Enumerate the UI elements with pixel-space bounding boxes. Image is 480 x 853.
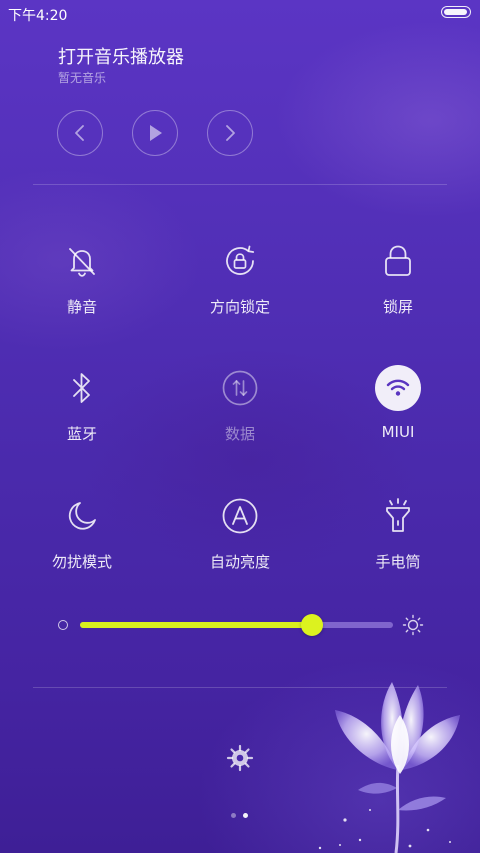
- toggle-flashlight-icon-wrap: [375, 493, 421, 539]
- toggle-lock-screen-icon-wrap: [375, 238, 421, 284]
- toggle-auto-brightness-icon-wrap: [217, 493, 263, 539]
- music-player-title[interactable]: 打开音乐播放器: [58, 43, 184, 69]
- toggle-do-not-disturb[interactable]: 勿扰模式: [22, 493, 142, 573]
- toggle-dnd-label: 勿扰模式: [51, 553, 112, 571]
- chevron-right-icon: [226, 125, 235, 141]
- toggle-mobile-data-icon-wrap: [217, 365, 263, 411]
- gear-icon[interactable]: [226, 744, 254, 772]
- brightness-slider-fill: [80, 622, 312, 628]
- toggle-lock-screen-label: 锁屏: [382, 298, 413, 316]
- flower-decoration: [318, 682, 460, 853]
- toggle-auto-brightness-label: 自动亮度: [209, 553, 270, 571]
- auto-brightness-icon: [222, 498, 258, 534]
- divider: [33, 184, 447, 185]
- brightness-high-icon: [402, 614, 424, 636]
- toggle-bluetooth-label: 蓝牙: [66, 425, 97, 443]
- previous-button[interactable]: [57, 110, 103, 156]
- toggle-flashlight-label: 手电筒: [375, 553, 421, 571]
- wifi-icon: [386, 379, 410, 396]
- toggle-rotation-lock-icon-wrap: [217, 238, 263, 284]
- page-indicator-dot-active: [243, 813, 248, 818]
- bell-off-icon: [69, 248, 95, 277]
- toggle-bluetooth[interactable]: 蓝牙: [22, 365, 142, 445]
- toggle-mute-icon-wrap: [59, 238, 105, 284]
- toggle-wifi-label: MIUI: [381, 423, 415, 441]
- next-button[interactable]: [207, 110, 253, 156]
- toggle-dnd-icon-wrap: [59, 493, 105, 539]
- music-player-subtitle: 暂无音乐: [58, 71, 107, 85]
- toggle-bluetooth-icon-wrap: [59, 365, 105, 411]
- brightness-slider-thumb[interactable]: [300, 614, 323, 636]
- play-icon: [150, 125, 162, 141]
- toggle-mobile-data-label: 数据: [224, 425, 255, 443]
- lock-icon: [385, 245, 411, 276]
- toggle-flashlight[interactable]: 手电筒: [338, 493, 458, 573]
- toggle-rotation-lock[interactable]: 方向锁定: [180, 238, 300, 318]
- chevron-left-icon: [75, 125, 84, 141]
- status-time: 下午4:20: [8, 8, 68, 24]
- rotation-lock-icon: [226, 245, 255, 275]
- mobile-data-icon: [222, 370, 258, 406]
- moon-icon: [68, 502, 96, 530]
- play-button[interactable]: [132, 110, 178, 156]
- page-indicator-dot: [231, 813, 236, 818]
- toggle-mute-label: 静音: [66, 298, 97, 316]
- toggle-auto-brightness[interactable]: 自动亮度: [180, 493, 300, 573]
- toggle-mute[interactable]: 静音: [22, 238, 142, 318]
- brightness-low-icon: [58, 620, 68, 630]
- toggle-wifi-icon-wrap: [375, 365, 421, 411]
- battery-level: [444, 9, 467, 15]
- bluetooth-icon: [73, 373, 90, 403]
- flashlight-icon: [386, 498, 410, 532]
- toggle-rotation-lock-label: 方向锁定: [209, 298, 270, 316]
- toggle-wifi[interactable]: MIUI: [338, 365, 458, 445]
- toggle-lock-screen[interactable]: 锁屏: [338, 238, 458, 318]
- brightness-slider[interactable]: [80, 614, 393, 636]
- toggle-mobile-data[interactable]: 数据: [180, 365, 300, 445]
- battery-icon: [441, 6, 471, 18]
